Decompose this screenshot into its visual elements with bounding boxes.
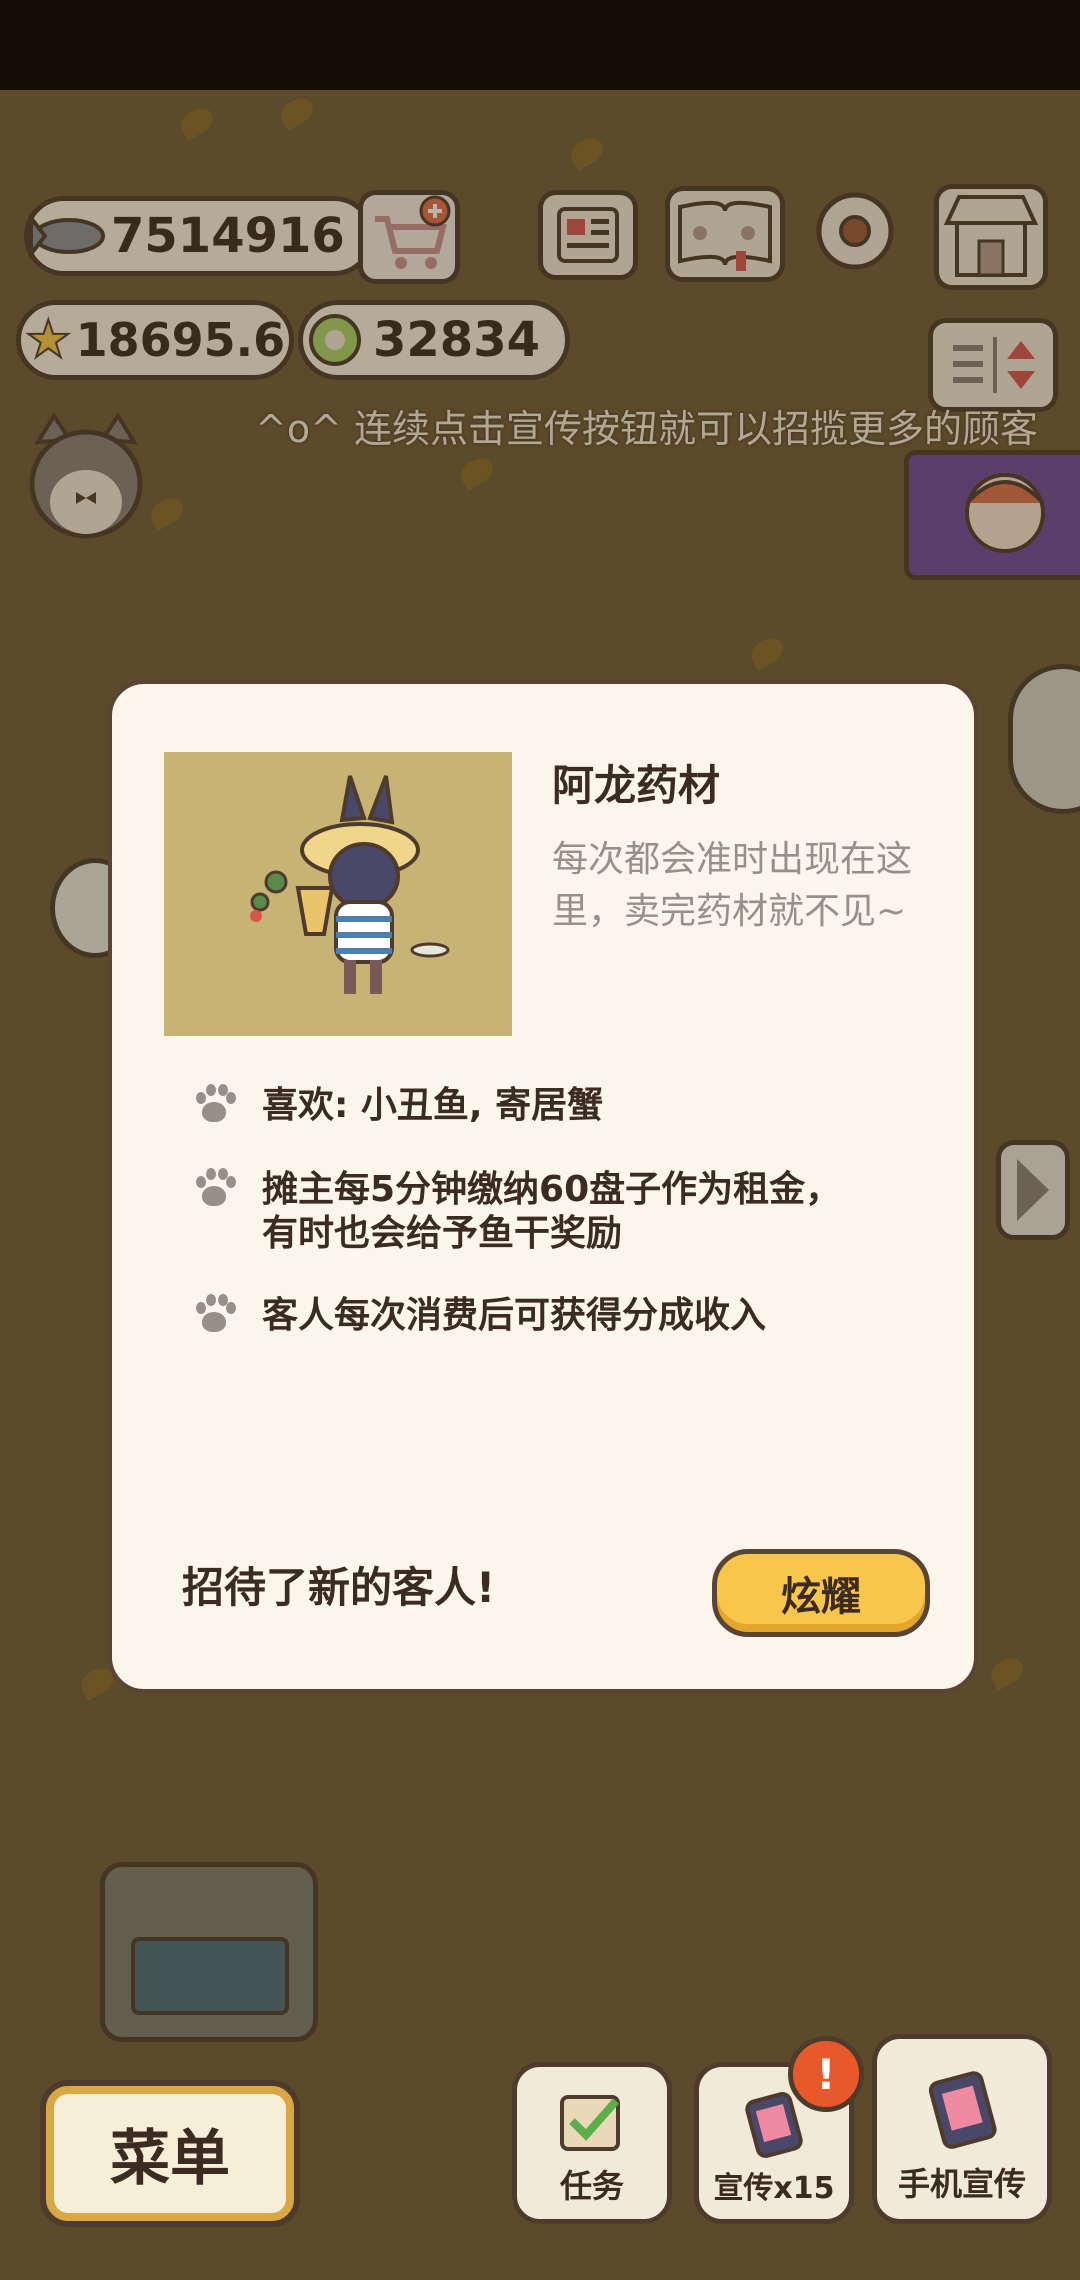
show-off-button[interactable]: 炫耀 <box>712 1549 930 1637</box>
customer-name: 阿龙药材 <box>552 761 721 810</box>
phone-promote-button[interactable]: 手机宣传 <box>872 2034 1052 2224</box>
trait-text: 客人每次消费后可获得分成收入 <box>262 1295 767 1336</box>
customer-character-image <box>250 775 450 994</box>
trait-item: 客人每次消费后可获得分成收入 <box>192 1294 766 1338</box>
promote-label: 宣传x15 <box>713 2171 835 2206</box>
checklist-icon <box>560 2095 620 2151</box>
tasks-button[interactable]: 任务 <box>512 2062 672 2224</box>
alert-badge: ! <box>788 2036 864 2112</box>
trait-item: 摊主每5分钟缴纳60盘子作为租金，有时也会给予鱼干奖励 <box>192 1168 872 1256</box>
trait-item: 喜欢: 小丑鱼, 寄居蟹 <box>192 1084 603 1128</box>
trait-text: 摊主每5分钟缴纳60盘子作为租金，有时也会给予鱼干奖励 <box>262 1169 842 1254</box>
paw-icon <box>192 1294 236 1338</box>
customer-portrait <box>164 752 512 1036</box>
paw-icon <box>192 1084 236 1128</box>
new-customer-message: 招待了新的客人! <box>182 1563 496 1612</box>
paw-icon <box>192 1168 236 1212</box>
new-customer-dialog: 阿龙药材 每次都会准时出现在这里，卖完药材就不见~ 喜欢: 小丑鱼, 寄居蟹 摊… <box>108 680 978 1693</box>
menu-label: 菜单 <box>110 2124 230 2194</box>
phone-ad-icon <box>928 2071 997 2149</box>
menu-button[interactable]: 菜单 <box>40 2080 300 2227</box>
phone-promote-label: 手机宣传 <box>897 2165 1026 2203</box>
customer-description: 每次都会准时出现在这里，卖完药材就不见~ <box>552 839 913 932</box>
tasks-label: 任务 <box>559 2167 624 2205</box>
trait-text: 喜欢: 小丑鱼, 寄居蟹 <box>262 1085 604 1126</box>
